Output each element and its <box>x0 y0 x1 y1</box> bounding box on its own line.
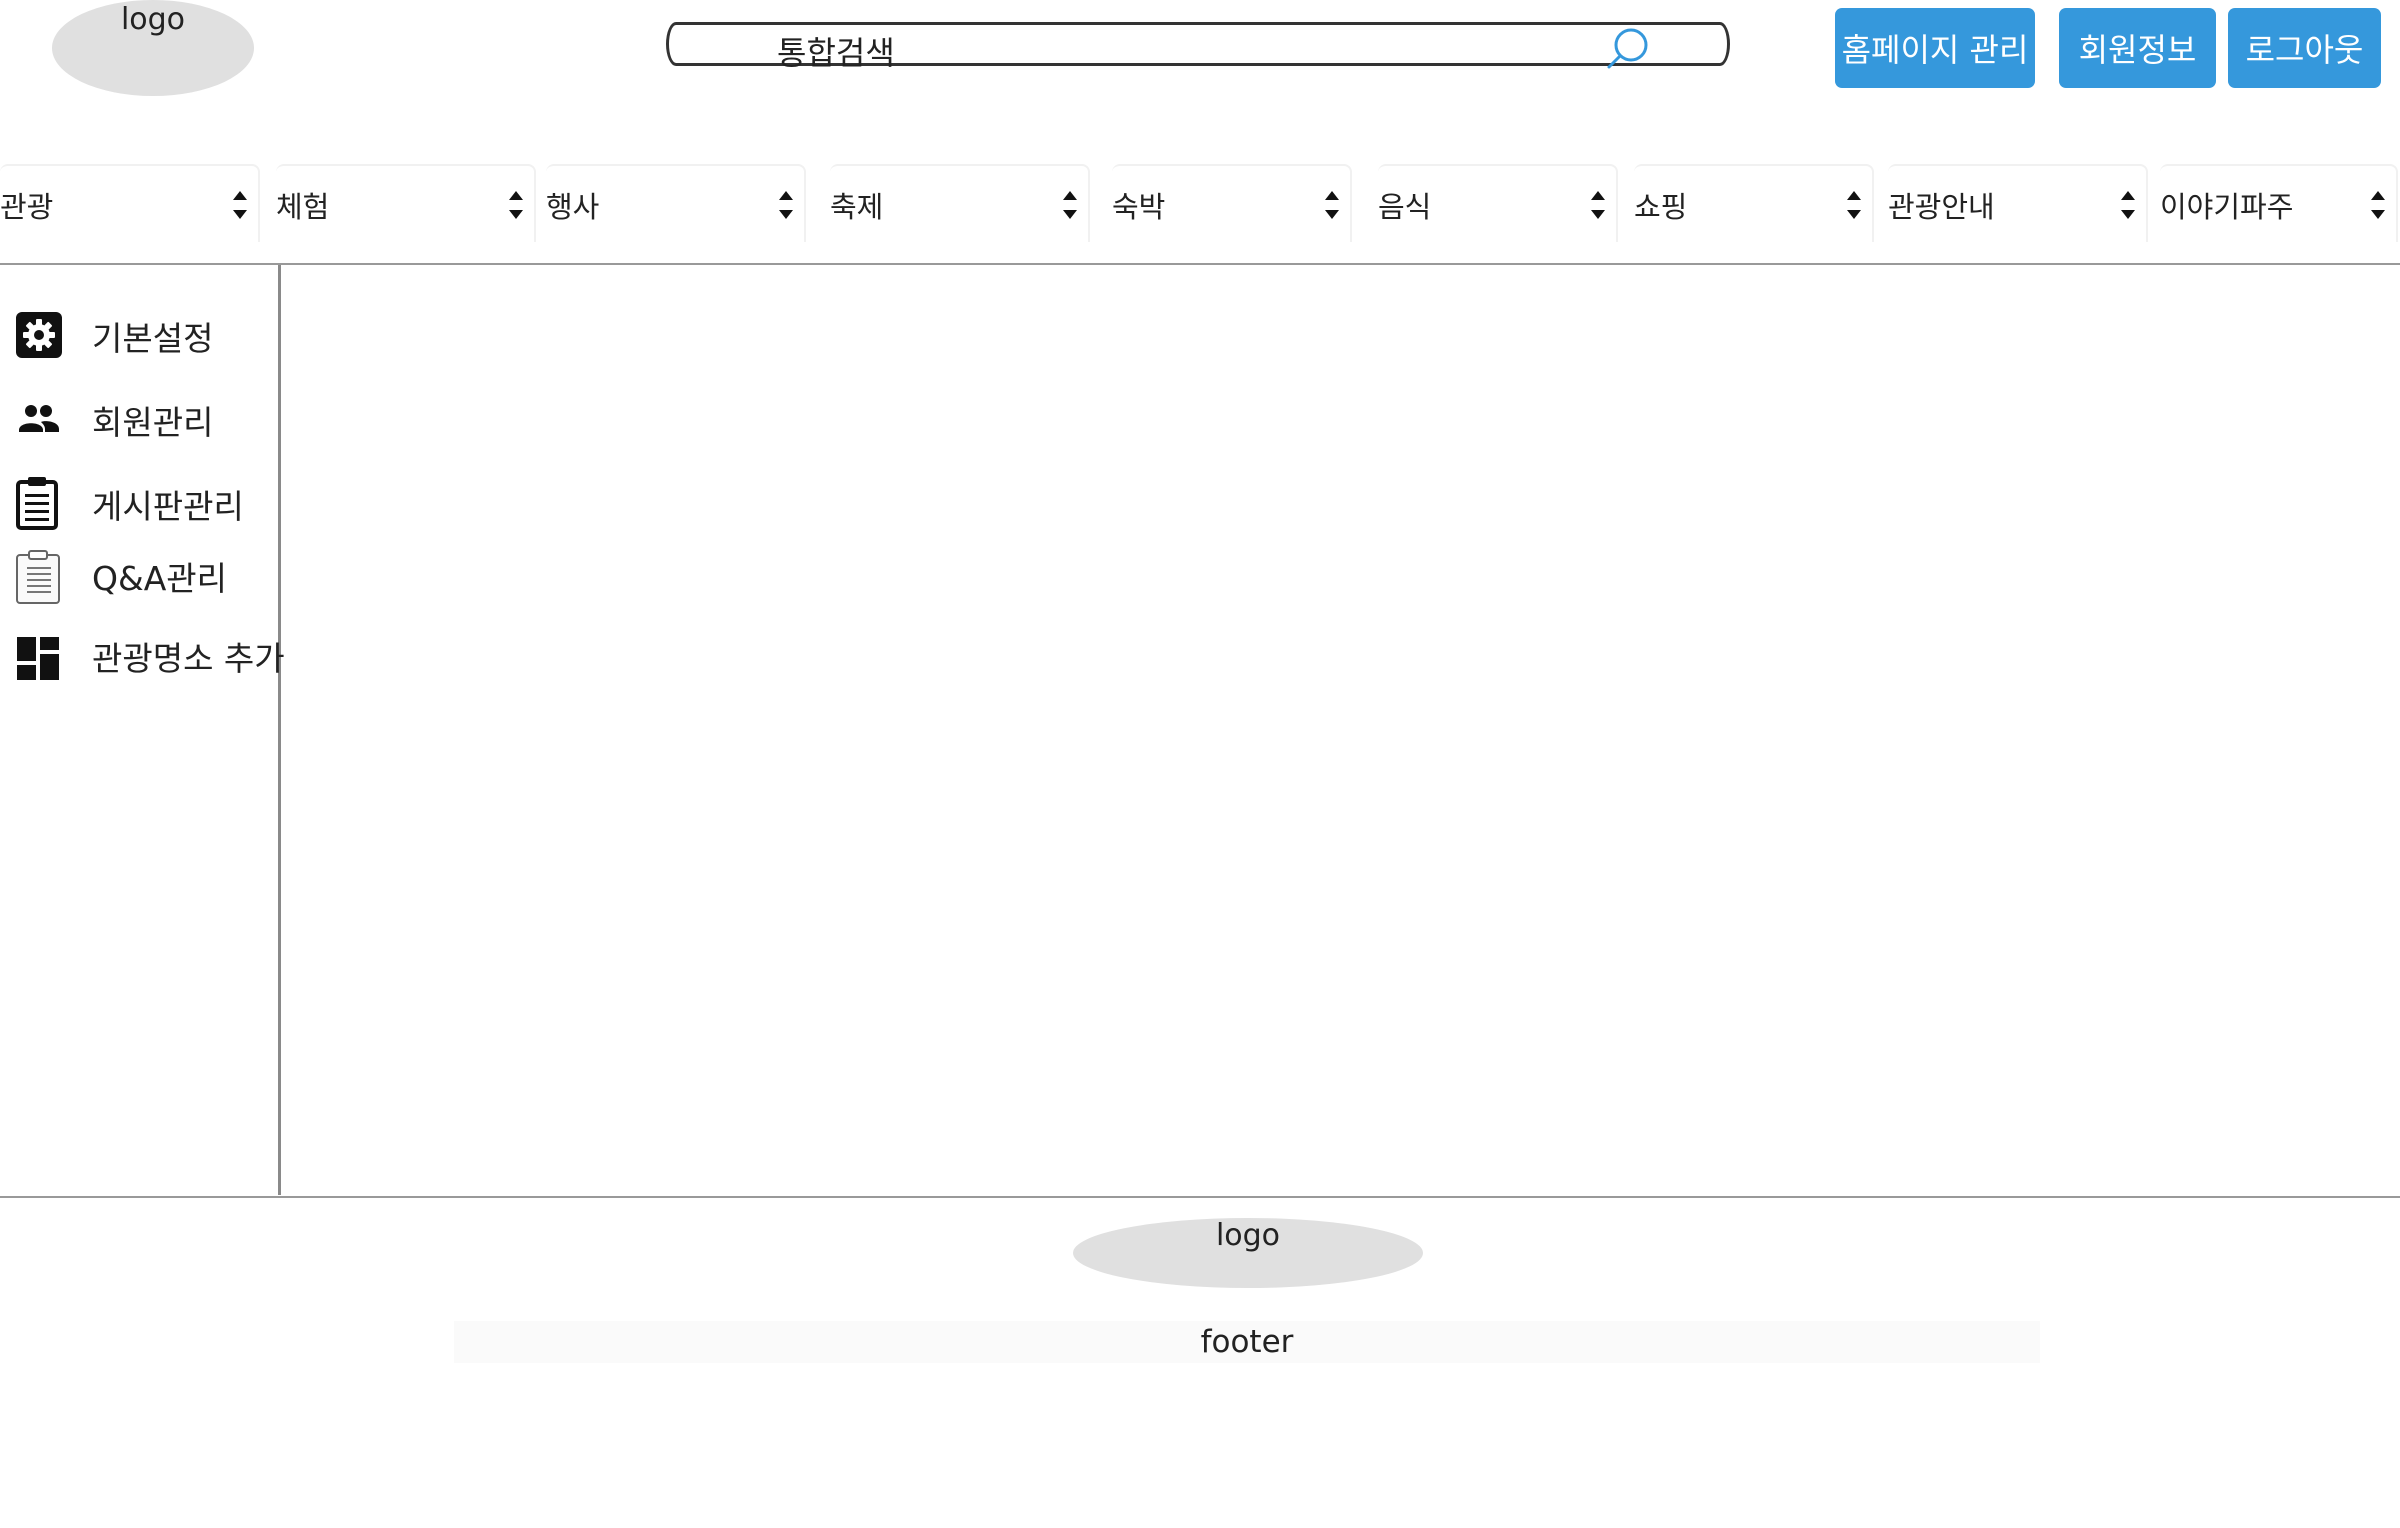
select-arrows-icon <box>1847 191 1861 219</box>
footer-logo-text: logo <box>1215 1218 1281 1253</box>
select-arrows-icon <box>2121 191 2135 219</box>
sidebar-item-basic-settings[interactable]: 기본설정 <box>14 308 276 364</box>
nav-select-label: 관광 <box>0 190 54 224</box>
sidebar-item-member-management[interactable]: 회원관리 <box>14 392 276 448</box>
footer-divider <box>0 1196 2400 1198</box>
gear-icon <box>16 312 62 358</box>
main-content-area <box>282 266 2400 1194</box>
nav-select-experience[interactable]: 체험 <box>276 164 536 242</box>
dashboard-icon <box>17 637 59 680</box>
nav-select-shopping[interactable]: 쇼핑 <box>1634 164 1874 242</box>
nav-select-lodging[interactable]: 숙박 <box>1112 164 1352 242</box>
nav-select-label: 체험 <box>276 190 330 224</box>
header-logo-text: logo <box>120 2 186 37</box>
select-arrows-icon <box>779 191 793 219</box>
select-arrows-icon <box>2371 191 2385 219</box>
search-icon[interactable] <box>1605 27 1649 71</box>
nav-select-food[interactable]: 음식 <box>1378 164 1618 242</box>
nav-select-label: 이야기파주 <box>2160 190 2294 224</box>
search-input[interactable]: 통합검색 <box>777 28 895 74</box>
sidebar-item-add-attraction[interactable]: 관광명소 추가 <box>14 630 285 686</box>
nav-select-label: 음식 <box>1378 190 1432 224</box>
sidebar-item-label: 회원관리 <box>92 403 214 442</box>
select-arrows-icon <box>233 191 247 219</box>
nav-select-label: 쇼핑 <box>1634 190 1688 224</box>
clipboard-icon <box>16 477 58 530</box>
sidebar-item-label: 관광명소 추가 <box>92 639 285 678</box>
footer-text: footer <box>1200 1324 1294 1360</box>
sidebar-item-label: Q&A관리 <box>92 559 228 598</box>
sidebar-divider <box>278 265 281 1195</box>
nav-select-festival[interactable]: 축제 <box>830 164 1090 242</box>
select-arrows-icon <box>509 191 523 219</box>
nav-divider <box>0 263 2400 265</box>
select-arrows-icon <box>1591 191 1605 219</box>
nav-select-label: 행사 <box>546 190 600 224</box>
sidebar-item-qna-management[interactable]: Q&A관리 <box>14 550 276 606</box>
search-bar[interactable]: 통합검색 <box>666 22 1730 72</box>
people-icon <box>19 405 59 432</box>
nav-select-event[interactable]: 행사 <box>546 164 806 242</box>
nav-select-paju-story[interactable]: 이야기파주 <box>2160 164 2398 242</box>
footer-logo[interactable]: logo <box>1073 1218 1423 1288</box>
sidebar-item-label: 기본설정 <box>92 319 214 358</box>
nav-select-label: 관광안내 <box>1888 190 1995 224</box>
nav-select-tour[interactable]: 관광 <box>0 164 260 242</box>
sidebar-item-board-management[interactable]: 게시판관리 <box>14 474 276 534</box>
select-arrows-icon <box>1063 191 1077 219</box>
select-arrows-icon <box>1325 191 1339 219</box>
sidebar-item-label: 게시판관리 <box>92 487 244 526</box>
nav-select-label: 축제 <box>830 190 884 224</box>
nav-select-tour-info[interactable]: 관광안내 <box>1888 164 2148 242</box>
logout-button[interactable]: 로그아웃 <box>2228 8 2381 88</box>
footer: footer <box>454 1321 2040 1363</box>
clipboard-outline-icon <box>16 550 60 604</box>
nav-select-label: 숙박 <box>1112 190 1166 224</box>
header-logo[interactable]: logo <box>52 0 254 96</box>
homepage-admin-button[interactable]: 홈페이지 관리 <box>1835 8 2035 88</box>
member-info-button[interactable]: 회원정보 <box>2059 8 2216 88</box>
